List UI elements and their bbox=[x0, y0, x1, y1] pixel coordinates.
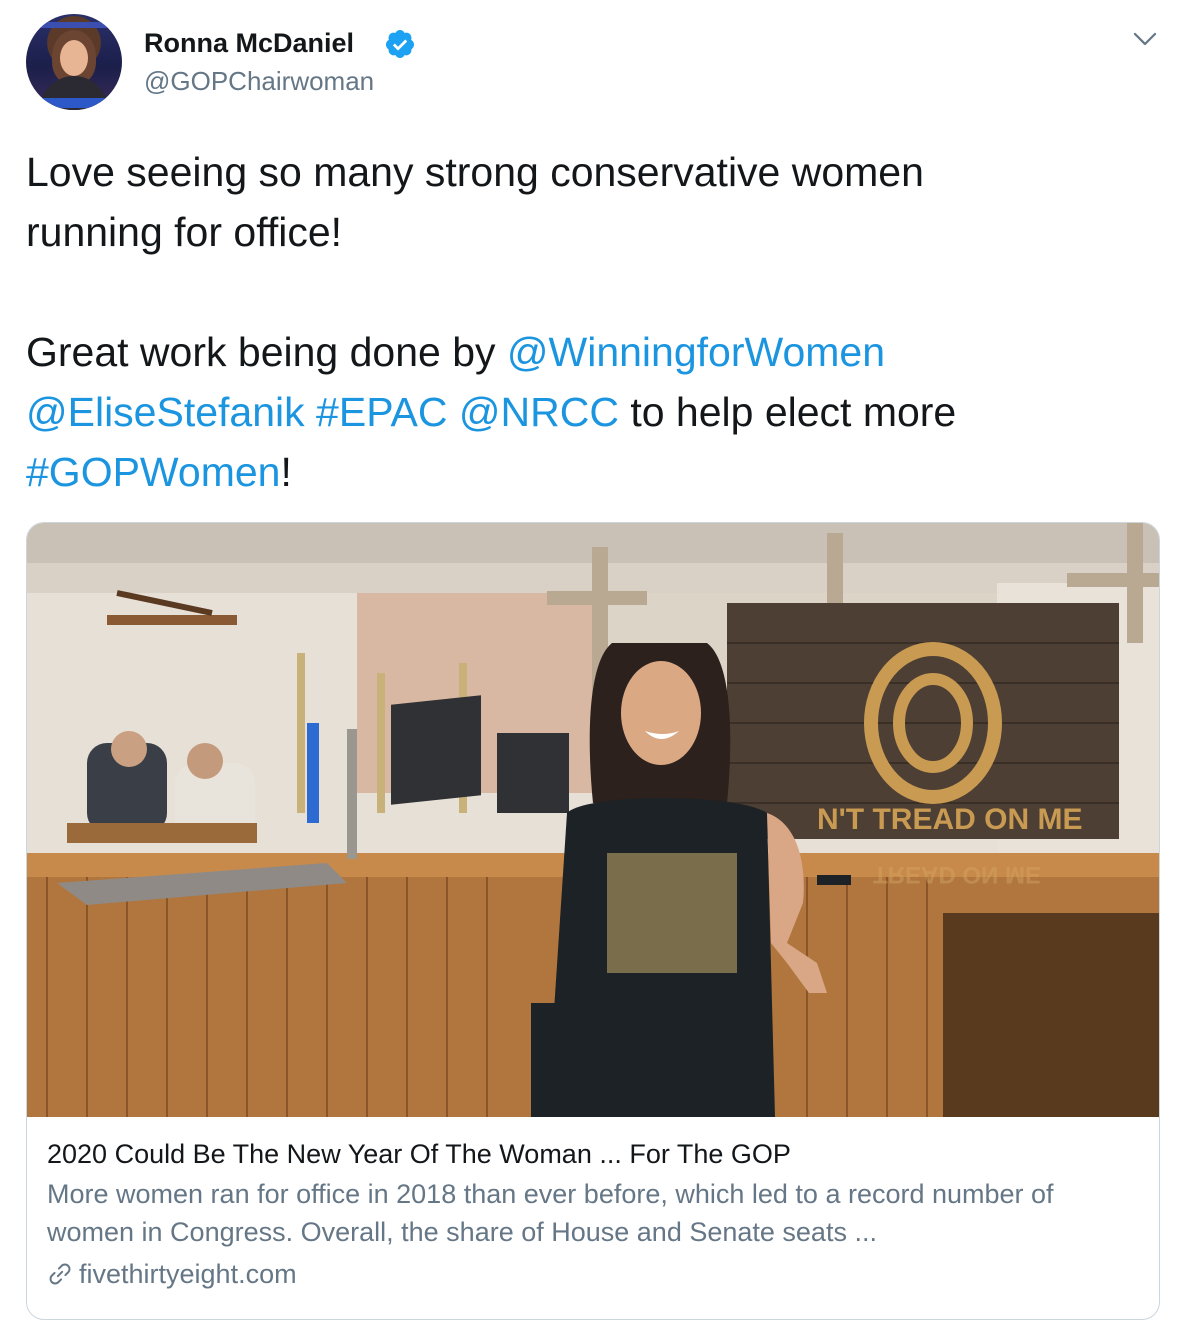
tweet-line: @EliseStefanik #EPAC @NRCC to help elect… bbox=[26, 382, 1156, 442]
card-title[interactable]: 2020 Could Be The New Year Of The Woman … bbox=[47, 1135, 1141, 1173]
tweet-line: #GOPWomen! bbox=[26, 442, 1156, 502]
tweet-line: Love seeing so many strong conservative … bbox=[26, 142, 1156, 202]
avatar-ticker bbox=[36, 98, 112, 108]
link-card[interactable]: N'T TREAD ON ME TREAD ON ME 2020 Could B… bbox=[26, 522, 1160, 1320]
avatar-face bbox=[60, 40, 88, 76]
tweet-text: Love seeing so many strong conservative … bbox=[26, 142, 1156, 502]
paragraph-break bbox=[26, 262, 1156, 322]
card-domain: fivethirtyeight.com bbox=[79, 1259, 297, 1289]
mention-elisestefanik[interactable]: @EliseStefanik bbox=[26, 389, 305, 435]
tweet-text-segment: running for office! bbox=[26, 209, 343, 255]
tweet: Ronna McDaniel @GOPChairwoman Love seein… bbox=[0, 0, 1184, 1328]
card-text: 2020 Could Be The New Year Of The Woman … bbox=[47, 1135, 1141, 1293]
avatar-banner bbox=[26, 22, 122, 28]
card-description: More women ran for office in 2018 than e… bbox=[47, 1179, 1054, 1247]
card-image[interactable]: N'T TREAD ON ME TREAD ON ME bbox=[27, 523, 1159, 1117]
tweet-text-segment: Love seeing so many strong conservative … bbox=[26, 149, 924, 195]
tweet-line: running for office! bbox=[26, 202, 1156, 262]
hashtag-gopwomen[interactable]: #GOPWomen bbox=[26, 449, 280, 495]
tweet-line: Great work being done by @WinningforWome… bbox=[26, 322, 1156, 382]
hashtag-epac[interactable]: #EPAC bbox=[316, 389, 447, 435]
tweet-text-segment: ! bbox=[280, 449, 292, 495]
card-domain-row: fivethirtyeight.com bbox=[47, 1255, 1141, 1293]
mention-nrcc[interactable]: @NRCC bbox=[459, 389, 619, 435]
tweet-text-segment: Great work being done by bbox=[26, 329, 507, 375]
verified-badge-icon bbox=[385, 30, 414, 58]
avatar[interactable] bbox=[26, 14, 122, 110]
card-photo: N'T TREAD ON ME TREAD ON ME bbox=[27, 523, 1159, 1117]
mention-winningforwomen[interactable]: @WinningforWomen bbox=[507, 329, 885, 375]
author-handle[interactable]: @GOPChairwoman bbox=[144, 66, 374, 97]
author-display-name[interactable]: Ronna McDaniel bbox=[144, 28, 354, 59]
sign-text: N'T TREAD ON ME bbox=[817, 803, 1082, 836]
tweet-text-segment: to help elect more bbox=[618, 389, 957, 435]
sign-reflection: TREAD ON ME bbox=[873, 861, 1041, 888]
link-icon bbox=[49, 1263, 71, 1285]
chevron-down-icon[interactable] bbox=[1130, 24, 1160, 54]
